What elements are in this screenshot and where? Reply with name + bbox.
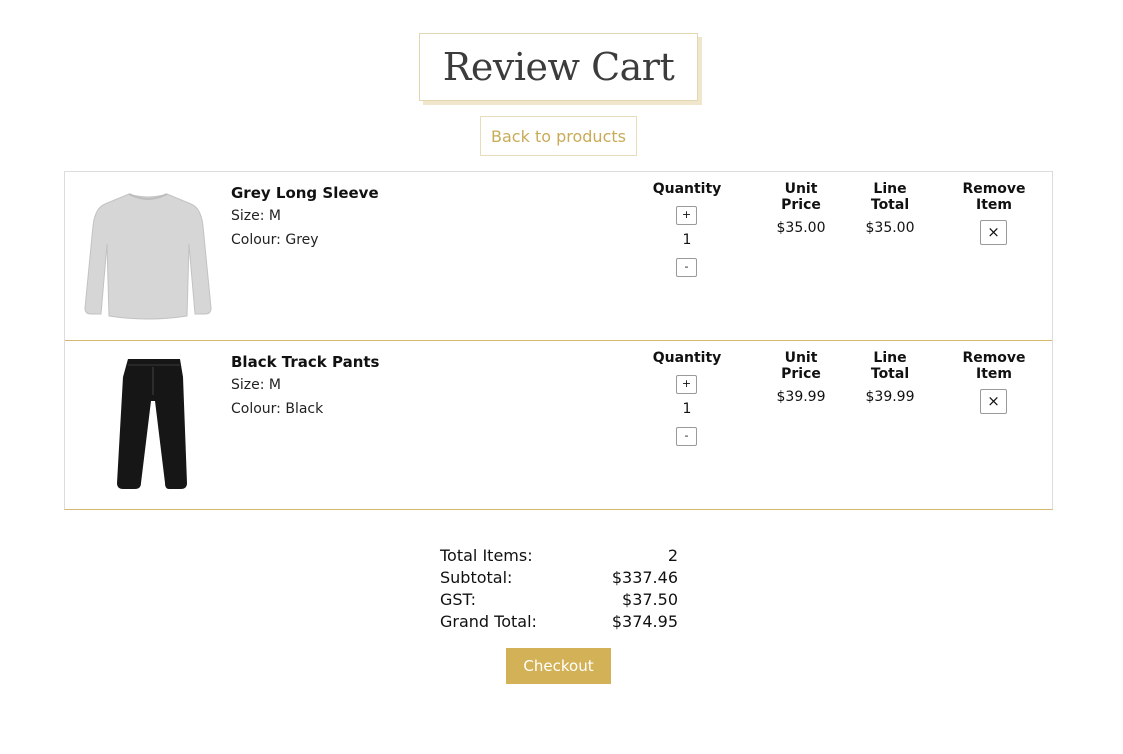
page-title-box: Review Cart	[419, 33, 698, 101]
grey-long-sleeve-image	[84, 193, 212, 320]
product-colour: Colour: Black	[231, 401, 324, 417]
product-size: Size: M	[231, 377, 281, 393]
quantity-increase-button[interactable]: +	[676, 375, 697, 394]
total-items-value: 2	[667, 546, 678, 565]
order-summary: Total Items: 2 Subtotal: $337.46 GST: $3…	[440, 545, 678, 633]
total-items-row: Total Items: 2	[440, 545, 678, 567]
product-size: Size: M	[231, 208, 281, 224]
quantity-increase-button[interactable]: +	[676, 206, 697, 225]
remove-item-header: Remove Item	[962, 181, 1026, 213]
remove-item-button[interactable]: ×	[980, 220, 1007, 245]
quantity-header: Quantity	[652, 350, 722, 366]
gst-value: $37.50	[622, 590, 678, 609]
product-colour: Colour: Grey	[231, 232, 319, 248]
line-total: $39.99	[865, 389, 915, 405]
subtotal-value: $337.46	[611, 568, 678, 587]
page-title: Review Cart	[442, 45, 675, 89]
subtotal-label: Subtotal:	[440, 568, 513, 587]
gst-label: GST:	[440, 590, 476, 609]
back-to-products-button[interactable]: Back to products	[480, 116, 637, 156]
black-track-pants-image	[117, 359, 187, 489]
line-total: $35.00	[865, 220, 915, 236]
total-items-label: Total Items:	[440, 546, 533, 565]
checkout-button[interactable]: Checkout	[506, 648, 611, 684]
gst-row: GST: $37.50	[440, 589, 678, 611]
remove-item-button[interactable]: ×	[980, 389, 1007, 414]
line-total-header: Line Total	[870, 350, 910, 382]
quantity-decrease-button[interactable]: -	[676, 258, 697, 277]
cart-row: Black Track Pants Size: M Colour: Black …	[65, 341, 1052, 510]
product-name: Black Track Pants	[231, 353, 380, 371]
line-total-header: Line Total	[870, 181, 910, 213]
quantity-decrease-button[interactable]: -	[676, 427, 697, 446]
unit-price: $35.00	[776, 220, 826, 236]
grand-total-value: $374.95	[611, 612, 678, 631]
quantity-header: Quantity	[652, 181, 722, 197]
unit-price-header: Unit Price	[781, 350, 821, 382]
subtotal-row: Subtotal: $337.46	[440, 567, 678, 589]
quantity-value: 1	[682, 401, 692, 417]
quantity-value: 1	[682, 232, 692, 248]
remove-item-header: Remove Item	[962, 350, 1026, 382]
grand-total-label: Grand Total:	[440, 612, 537, 631]
cart-table: Grey Long Sleeve Size: M Colour: Grey Qu…	[64, 171, 1053, 510]
product-name: Grey Long Sleeve	[231, 184, 379, 202]
grand-total-row: Grand Total: $374.95	[440, 611, 678, 633]
unit-price-header: Unit Price	[781, 181, 821, 213]
cart-row: Grey Long Sleeve Size: M Colour: Grey Qu…	[65, 172, 1052, 341]
unit-price: $39.99	[776, 389, 826, 405]
